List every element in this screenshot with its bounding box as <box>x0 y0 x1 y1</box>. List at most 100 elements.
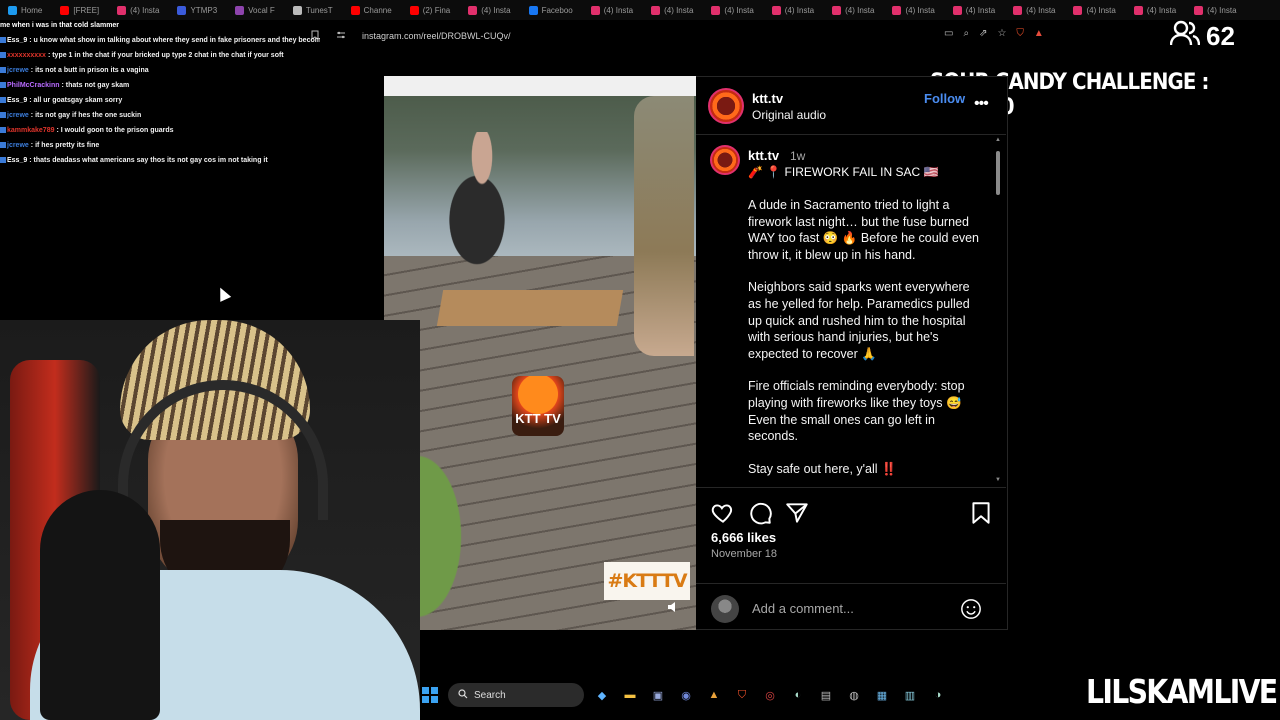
scroll-down-icon[interactable]: ▼ <box>994 477 1002 483</box>
browser-tab[interactable]: (4) Insta <box>703 0 763 20</box>
browser-tab[interactable]: (4) Insta <box>824 0 884 20</box>
site-settings-icon[interactable] <box>336 30 346 42</box>
chat-username[interactable]: jcrewe <box>7 67 29 74</box>
tab-favicon-icon <box>8 5 17 15</box>
file-explorer-icon[interactable]: ▬ <box>620 685 640 705</box>
tab-label: (4) Insta <box>130 5 160 15</box>
author-username[interactable]: ktt.tv <box>752 91 783 106</box>
author-avatar[interactable] <box>708 88 744 124</box>
chat-username[interactable]: jcrewe <box>7 112 29 119</box>
comment-bubble-icon[interactable] <box>747 500 773 526</box>
brave-shield-icon[interactable]: ⛉ <box>1016 28 1024 39</box>
chat-username[interactable]: Ess_9 <box>7 37 27 44</box>
save-bookmark-icon[interactable] <box>968 500 994 526</box>
tab-label: (4) Insta <box>664 5 694 15</box>
tab-favicon-icon <box>528 5 538 15</box>
chat-username[interactable]: PhilMcCrackinn <box>7 82 60 89</box>
tab-favicon-icon <box>60 5 70 15</box>
chat-username[interactable]: xxxxxxxxxx <box>7 52 46 59</box>
tab-label: (2) Fina <box>422 5 451 15</box>
store-icon[interactable]: ▣ <box>648 685 668 705</box>
windows-taskbar: Search ◆ ▬ ▣ ◉ ▲ ⛉ ◎ ◐ ▤ ◍ ▦ ▥ ◑ <box>420 682 980 708</box>
4k-app-icon[interactable]: ◍ <box>844 685 864 705</box>
steam-alt-icon[interactable]: ◑ <box>928 685 948 705</box>
chat-message: Ess_9: thats deadass what americans say … <box>0 153 320 168</box>
chrome-icon[interactable]: ◎ <box>760 685 780 705</box>
chat-badge-icon <box>0 37 6 44</box>
taskbar-search[interactable]: Search <box>448 683 584 707</box>
chat-username[interactable]: kammkake789 <box>7 127 55 134</box>
brave-icon[interactable]: ⛉ <box>732 685 752 705</box>
app-icon[interactable]: ▲ <box>704 685 724 705</box>
caption-username[interactable]: ktt.tv <box>748 148 779 163</box>
browser-tab[interactable]: Faceboo <box>521 0 583 20</box>
windows-start-icon[interactable] <box>420 685 440 705</box>
chat-text: : thats deadass what americans say thos … <box>29 157 268 164</box>
browser-tab[interactable]: (2) Fina <box>402 0 461 20</box>
caption-paragraph: Stay safe out here, y'all ‼️ <box>748 461 897 476</box>
browser-tab[interactable]: (4) Insta <box>109 0 169 20</box>
browser-tab[interactable]: (4) Insta <box>1186 0 1246 20</box>
chat-message: jcrewe: its not a butt in prison its a v… <box>0 63 320 78</box>
caption-paragraph: Fire officials reminding everybody: stop… <box>748 379 965 444</box>
follow-button[interactable]: Follow <box>924 91 965 106</box>
browser-tab[interactable]: (4) Insta <box>945 0 1005 20</box>
tab-label: Vocal F <box>248 5 275 15</box>
reel-video[interactable]: KTT TV #KTTTV <box>384 76 696 630</box>
caption-title: 🧨 📍 FIREWORK FAIL IN SAC 🇺🇸 <box>748 165 939 179</box>
browser-tab[interactable]: Vocal F <box>227 0 285 20</box>
browser-tab[interactable]: (4) Insta <box>1126 0 1186 20</box>
chat-message: kammkake789: I would goon to the prison … <box>0 123 320 138</box>
screen-icon[interactable]: ▭ <box>944 28 953 39</box>
share-send-icon[interactable] <box>784 500 810 526</box>
browser-tab[interactable]: [FREE] <box>52 0 109 20</box>
browser-tab[interactable]: Home <box>0 0 52 20</box>
browser-tab[interactable]: (4) Insta <box>583 0 643 20</box>
chat-badge-icon <box>0 97 6 104</box>
chat-username[interactable]: Ess_9 <box>7 97 27 104</box>
tab-favicon-icon <box>235 5 245 15</box>
steam-icon[interactable]: ◐ <box>788 685 808 705</box>
chat-username[interactable]: me when i was in that cold slammer <box>0 22 119 29</box>
browser-tab[interactable]: (4) Insta <box>884 0 944 20</box>
like-heart-icon[interactable] <box>710 500 736 526</box>
mute-icon[interactable] <box>666 600 682 616</box>
crouching-man <box>432 132 532 292</box>
emoji-icon[interactable] <box>960 598 982 620</box>
tab-favicon-icon <box>292 5 302 15</box>
zoom-icon[interactable]: ⌕ <box>963 28 969 39</box>
copilot-icon[interactable]: ◆ <box>592 685 612 705</box>
photos-icon[interactable]: ▦ <box>872 685 892 705</box>
caption-paragraph: Neighbors said sparks went everywhere as… <box>748 280 970 361</box>
share-icon[interactable]: ⇗ <box>979 28 987 39</box>
caption-avatar[interactable] <box>710 145 740 175</box>
notes-icon[interactable]: ▥ <box>900 685 920 705</box>
star-icon[interactable]: ☆ <box>997 28 1006 39</box>
scroll-thumb[interactable] <box>996 151 1000 195</box>
browser-tab[interactable]: Channe <box>343 0 402 20</box>
chat-text: : its not gay if hes the one suckin <box>30 112 142 119</box>
tab-favicon-icon <box>771 5 781 15</box>
browser-tab[interactable]: TunesT <box>285 0 343 20</box>
scroll-up-icon[interactable]: ▲ <box>994 137 1002 143</box>
browser-tab[interactable]: (4) Insta <box>764 0 824 20</box>
audio-label[interactable]: Original audio <box>752 108 826 122</box>
like-count[interactable]: 6,666 likes <box>711 530 776 545</box>
browser-tab[interactable]: (4) Insta <box>1065 0 1125 20</box>
url-text[interactable]: instagram.com/reel/DROBWL-CUQv/ <box>362 31 511 41</box>
browser-tab[interactable]: (4) Insta <box>1005 0 1065 20</box>
browser-tab[interactable]: YTMP3 <box>169 0 227 20</box>
chat-username[interactable]: jcrewe <box>7 142 29 149</box>
browser-tab[interactable]: (4) Insta <box>643 0 703 20</box>
rewards-icon[interactable]: ▲ <box>1034 28 1044 39</box>
keyboard-icon[interactable]: ▤ <box>816 685 836 705</box>
browser-tab[interactable]: (4) Insta <box>460 0 520 20</box>
caption-scrollbar[interactable]: ▲ ▼ <box>994 135 1002 487</box>
tab-label: (4) Insta <box>784 5 815 15</box>
chat-username[interactable]: Ess_9 <box>7 157 27 164</box>
tab-label: (4) Insta <box>724 5 754 15</box>
more-options-icon[interactable]: ••• <box>974 95 989 113</box>
chat-text: : thats not gay skam <box>61 82 130 89</box>
discord-icon[interactable]: ◉ <box>676 685 696 705</box>
comment-input[interactable] <box>752 596 952 620</box>
